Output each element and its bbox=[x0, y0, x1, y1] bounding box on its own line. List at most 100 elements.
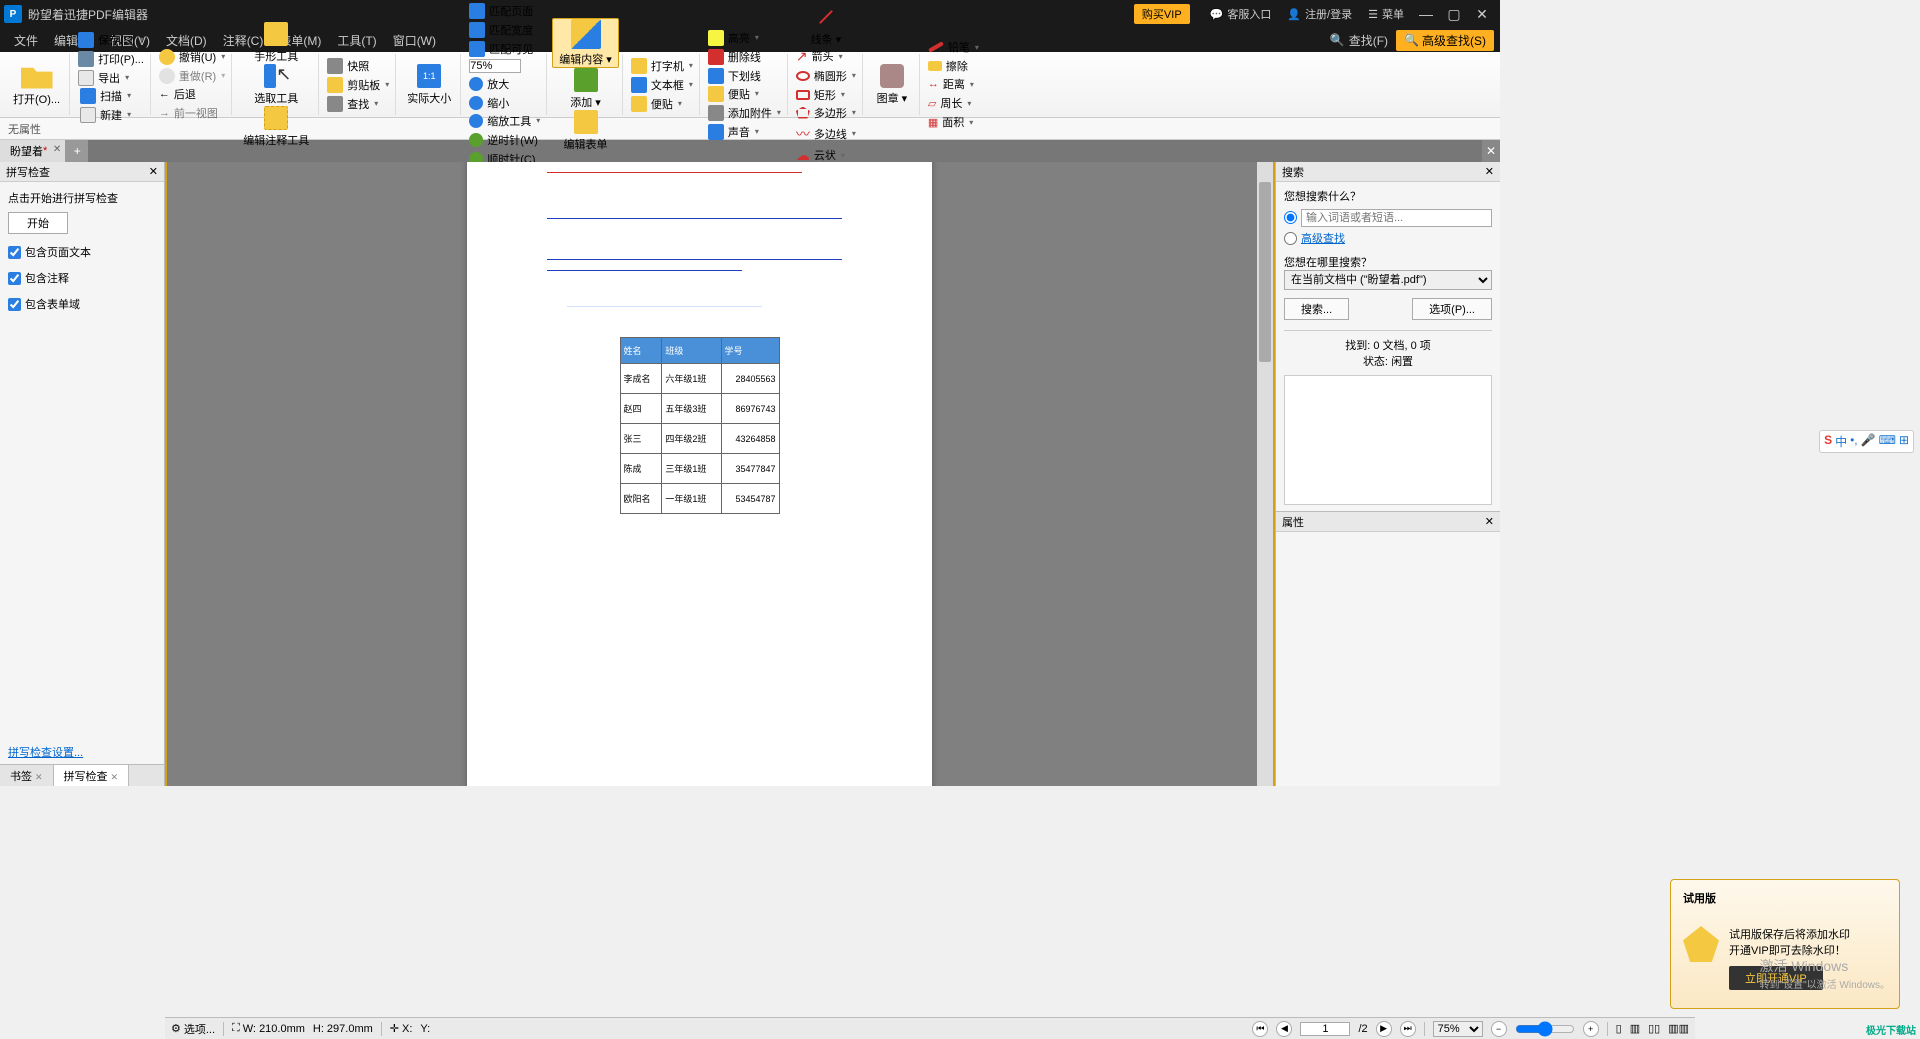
edit-annotation-tool[interactable]: 编辑注释工具 bbox=[237, 106, 315, 148]
spellcheck-start-button[interactable]: 开始 bbox=[8, 212, 68, 234]
vertical-scrollbar[interactable] bbox=[1257, 162, 1273, 786]
include-page-text-checkbox[interactable] bbox=[8, 246, 21, 259]
ime-punct-icon[interactable]: •, bbox=[1850, 433, 1858, 450]
rotate-ccw-button[interactable]: 逆时针(W) bbox=[466, 131, 543, 149]
two-page-view-button[interactable]: ▯▯ bbox=[1648, 1022, 1660, 1035]
zoom-in-button[interactable]: 放大 bbox=[466, 75, 543, 93]
document-canvas[interactable]: 姓名班级学号 李成名六年级1班28405563 赵四五年级3班86976743 … bbox=[165, 162, 1275, 786]
polygon-button[interactable]: 多边形▾ bbox=[793, 104, 859, 122]
fit-width-button[interactable]: 匹配宽度 bbox=[466, 21, 543, 39]
tab-close-button[interactable]: ✕ bbox=[53, 144, 61, 155]
prev-page-button[interactable]: ◀ bbox=[1276, 1021, 1292, 1037]
line-tool[interactable]: 线条 ▾ bbox=[793, 5, 859, 47]
page-number-input[interactable] bbox=[1300, 1022, 1350, 1036]
rect-button[interactable]: 矩形▾ bbox=[793, 86, 859, 104]
document-tab[interactable]: 盼望着* ✕ bbox=[0, 140, 66, 162]
distance-button[interactable]: ↔距离▾ bbox=[925, 75, 982, 93]
panel-close-button[interactable]: ✕ bbox=[149, 165, 158, 178]
minimize-button[interactable]: — bbox=[1412, 6, 1440, 22]
arrow-button[interactable]: ↗箭头▾ bbox=[793, 47, 859, 66]
first-page-button[interactable]: ⏮ bbox=[1252, 1021, 1268, 1037]
advanced-find-button[interactable]: 🔍高级查找(S) bbox=[1396, 30, 1494, 51]
edit-content-tool[interactable]: 编辑内容 ▾ bbox=[552, 18, 619, 68]
spellcheck-tab[interactable]: 拼写检查✕ bbox=[54, 765, 130, 786]
export-button[interactable]: 导出▾ bbox=[75, 69, 147, 87]
open-button[interactable]: 打开(O)... bbox=[7, 63, 66, 107]
bookmark-tab[interactable]: 书签✕ bbox=[0, 765, 54, 786]
close-button[interactable]: ✕ bbox=[1468, 6, 1496, 23]
edit-form-tool[interactable]: 编辑表单 bbox=[552, 110, 619, 152]
snapshot-button[interactable]: 快照 bbox=[324, 57, 392, 75]
zoom-out-status-button[interactable]: − bbox=[1491, 1021, 1507, 1037]
sticky-note-button[interactable]: 便贴▾ bbox=[705, 85, 784, 103]
zoom-slider[interactable] bbox=[1515, 1021, 1575, 1037]
ime-voice-icon[interactable]: 🎤 bbox=[1861, 433, 1876, 450]
zoom-select[interactable] bbox=[469, 59, 521, 73]
pencil-button[interactable]: 铅笔▾ bbox=[925, 38, 982, 56]
clipboard-button[interactable]: 剪贴板▾ bbox=[324, 76, 392, 94]
status-zoom-select[interactable]: 75% bbox=[1433, 1021, 1483, 1037]
fit-visible-button[interactable]: 匹配可见 bbox=[466, 40, 543, 58]
undo-button[interactable]: 撤销(U)▾ bbox=[156, 48, 228, 66]
last-page-button[interactable]: ⏭ bbox=[1400, 1021, 1416, 1037]
area-button[interactable]: ▦面积▾ bbox=[925, 113, 982, 131]
ellipse-button[interactable]: 椭圆形▾ bbox=[793, 67, 859, 85]
ime-lang-indicator[interactable]: 中 bbox=[1835, 433, 1847, 450]
menu-file[interactable]: 文件 bbox=[6, 32, 46, 49]
redo-button[interactable]: 重做(R)▾ bbox=[156, 67, 228, 85]
include-form-checkbox[interactable] bbox=[8, 298, 21, 311]
buy-vip-button[interactable]: 购买VIP bbox=[1134, 4, 1190, 24]
ime-toolbar[interactable]: S 中 •, 🎤 ⌨ ⊞ bbox=[1819, 430, 1914, 453]
advanced-search-radio[interactable] bbox=[1284, 232, 1297, 245]
sound-button[interactable]: 声音▾ bbox=[705, 123, 784, 141]
two-page-continuous-button[interactable]: ▥▥ bbox=[1668, 1022, 1689, 1035]
save-button[interactable]: 保存(S)▾ bbox=[75, 31, 147, 49]
zoom-out-button[interactable]: 缩小 bbox=[466, 94, 543, 112]
single-page-view-button[interactable]: ▯ bbox=[1616, 1022, 1622, 1035]
panel-close-button[interactable]: ✕ bbox=[1485, 515, 1494, 528]
zoom-tool-button[interactable]: 缩放工具▾ bbox=[466, 112, 543, 130]
textbox-button[interactable]: 文本框▾ bbox=[628, 76, 696, 94]
back-button[interactable]: ←后退 bbox=[156, 85, 228, 103]
perimeter-button[interactable]: ▱周长▾ bbox=[925, 94, 982, 112]
continuous-view-button[interactable]: ▥ bbox=[1630, 1022, 1640, 1035]
print-button[interactable]: 打印(P)... bbox=[75, 50, 147, 68]
search-options-button[interactable]: 选项(P)... bbox=[1412, 298, 1492, 320]
scan-button[interactable]: 扫描▾ bbox=[77, 87, 147, 105]
add-tool[interactable]: 添加 ▾ bbox=[552, 68, 619, 110]
new-button[interactable]: 新建▾ bbox=[77, 106, 147, 124]
find-button[interactable]: 🔍查找(F) bbox=[1322, 32, 1396, 49]
new-tab-button[interactable]: + bbox=[66, 140, 88, 162]
next-page-button[interactable]: ▶ bbox=[1376, 1021, 1392, 1037]
options-button[interactable]: ⚙选项... bbox=[171, 1021, 215, 1037]
stamp-tool[interactable]: 图章 ▾ bbox=[868, 64, 916, 106]
advanced-search-link[interactable]: 高级查找 bbox=[1301, 230, 1345, 246]
panel-close-button[interactable]: ✕ bbox=[1485, 165, 1494, 178]
include-annot-checkbox[interactable] bbox=[8, 272, 21, 285]
eraser-button[interactable]: 擦除 bbox=[925, 57, 982, 75]
search-text-radio[interactable] bbox=[1284, 211, 1297, 224]
find-tool-button[interactable]: 查找▾ bbox=[324, 95, 392, 113]
typewriter-button[interactable]: 打字机▾ bbox=[628, 57, 696, 75]
ime-settings-icon[interactable]: ⊞ bbox=[1899, 433, 1909, 450]
menu-tools[interactable]: 工具(T) bbox=[329, 32, 384, 49]
strikeout-button[interactable]: 删除线 bbox=[705, 48, 784, 66]
polyline-button[interactable]: 〰多边线▾ bbox=[793, 123, 859, 145]
attach-button[interactable]: 添加附件▾ bbox=[705, 104, 784, 122]
menu-document[interactable]: 文档(D) bbox=[158, 32, 215, 49]
menu-button[interactable]: ☰菜单 bbox=[1368, 6, 1404, 22]
tab-close-icon[interactable]: ✕ bbox=[111, 772, 119, 782]
login-link[interactable]: 👤注册/登录 bbox=[1287, 6, 1352, 22]
maximize-button[interactable]: ▢ bbox=[1440, 6, 1468, 23]
select-tool[interactable]: ↖选取工具 bbox=[237, 64, 315, 106]
forward-button[interactable]: →前一视图 bbox=[156, 104, 228, 122]
highlight-button[interactable]: 高亮▾ bbox=[705, 29, 784, 47]
ime-keyboard-icon[interactable]: ⌨ bbox=[1879, 433, 1896, 450]
note-button[interactable]: 便贴▾ bbox=[628, 95, 696, 113]
tab-close-icon[interactable]: ✕ bbox=[35, 772, 43, 782]
close-all-tabs-button[interactable]: ✕ bbox=[1482, 140, 1500, 162]
search-scope-select[interactable]: 在当前文档中 ("盼望着.pdf") bbox=[1284, 270, 1492, 290]
upgrade-vip-button[interactable]: 立即开通VIP bbox=[1729, 966, 1823, 990]
customer-service-link[interactable]: 💬客服入口 bbox=[1210, 6, 1272, 22]
menu-window[interactable]: 窗口(W) bbox=[385, 32, 444, 49]
